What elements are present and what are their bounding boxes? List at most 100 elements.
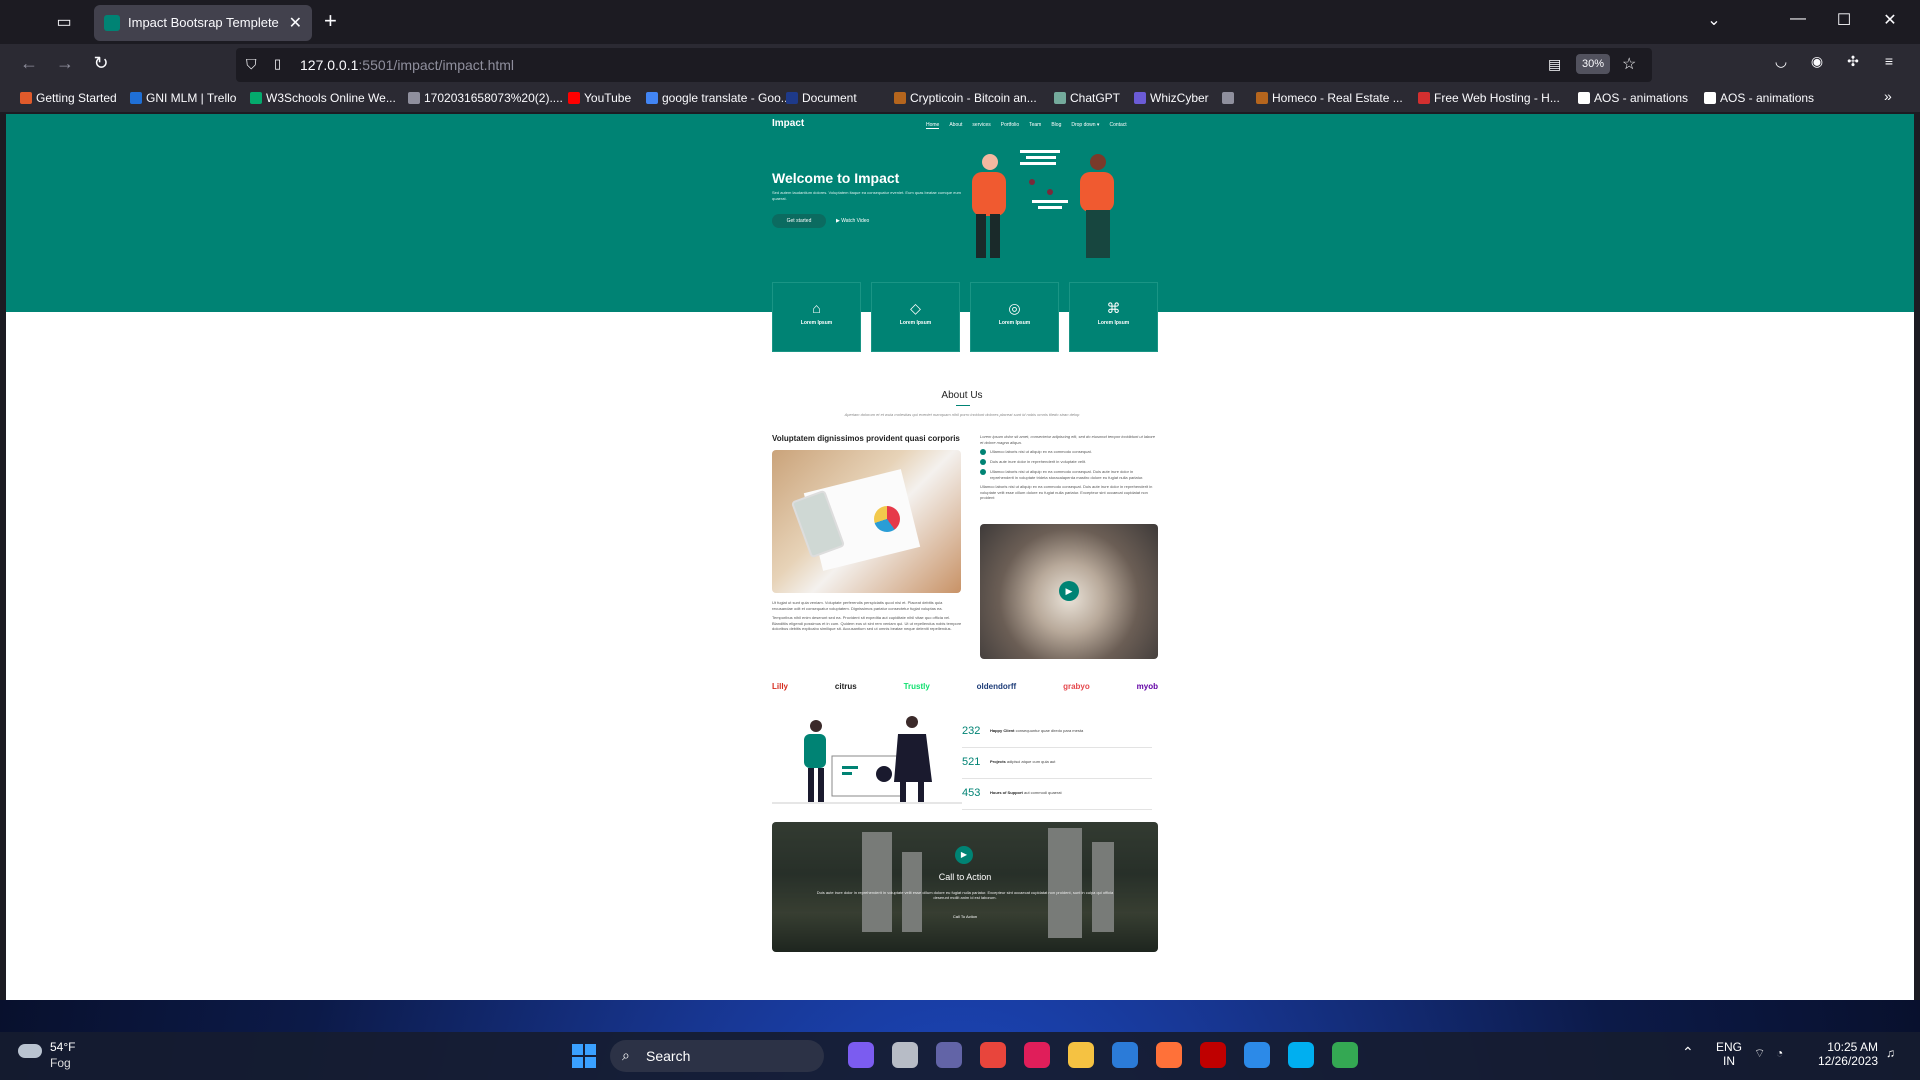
clock[interactable]: 10:25 AM 12/26/2023 [1808,1040,1878,1068]
site-nav-item[interactable]: Portfolio [1001,122,1019,129]
file-explorer-icon[interactable] [892,1042,918,1068]
bookmark-item[interactable]: 1702031658073%20(2).... [408,91,563,105]
get-started-button[interactable]: Get started [772,214,826,228]
cta-play-icon[interactable]: ▶ [955,846,973,864]
url-path: :5501/impact/impact.html [358,57,515,73]
wifi-icon[interactable]: ⌔ [1754,1046,1765,1061]
new-tab-button[interactable]: + [324,9,337,33]
check-text: Ullamco laboris nisi ut aliquip ex ea co… [990,449,1092,454]
bookmark-favicon-icon [1578,92,1590,104]
bookmark-item[interactable]: WhizCyber [1134,91,1209,105]
tab-active[interactable]: Impact Bootsrap Templete ✕ [94,5,312,41]
taskbar-search[interactable]: ⌕ Search [610,1040,824,1072]
tab-close-icon[interactable]: ✕ [289,13,302,33]
client-logo: Lilly [772,682,789,691]
shield-icon[interactable]: ⛉ [246,56,257,73]
back-icon[interactable]: ← [16,53,42,74]
check-circle-icon [980,449,986,455]
stat-item: 521 Projects adipisci atque cum quia aut [962,749,1152,779]
notifications-icon[interactable]: ♫ [1886,1046,1895,1060]
folder-icon[interactable] [1068,1042,1094,1068]
copilot-icon[interactable] [848,1042,874,1068]
reload-icon[interactable]: ↻ [88,53,114,74]
pocket-icon[interactable]: ◡ [1768,53,1794,70]
icon-box[interactable]: ⌂ Lorem Ipsum [772,282,861,352]
watch-video-button[interactable]: ▶ Watch Video [836,218,869,224]
mail-icon[interactable] [1112,1042,1138,1068]
tab-list-icon[interactable]: ▭ [52,11,76,35]
site-nav-item[interactable]: Contact [1109,122,1126,129]
tab-title: Impact Bootsrap Templete [128,15,279,30]
volume-icon[interactable]: ◔ [1776,1046,1783,1060]
site-nav-item[interactable]: Drop down ▾ [1071,122,1099,129]
vscode-icon[interactable] [1244,1042,1270,1068]
start-windows-icon[interactable] [572,1044,596,1068]
forward-icon[interactable]: → [52,53,78,74]
bookmark-item[interactable]: AOS - animations [1578,91,1688,105]
slack-icon[interactable] [1024,1042,1050,1068]
reader-view-icon[interactable]: ▤ [1548,56,1561,73]
bookmark-star-icon[interactable]: ☆ [1622,54,1636,74]
account-icon[interactable]: ◉ [1804,53,1830,70]
bookmark-item[interactable]: ChatGPT [1054,91,1120,105]
about-right-column: Lorem ipsum dolor sit amet, consectetur … [980,434,1158,501]
url-host: 127.0.0.1 [300,57,359,73]
site-logo[interactable]: Impact [772,118,804,129]
easel-icon: ⌂ [812,300,821,316]
firefox-icon[interactable] [1156,1042,1182,1068]
bookmark-item[interactable]: Free Web Hosting - H... [1418,91,1560,105]
bookmark-item[interactable]: AOS - animations [1704,91,1814,105]
page-icon[interactable]: ▯ [274,56,281,72]
icon-box[interactable]: ◎ Lorem Ipsum [970,282,1059,352]
stat-label: Hours of Support aut commodi quaerat [990,790,1062,795]
stat-number: 232 [962,725,981,737]
cta-description: Duis aute irure dolor in reprehenderit i… [816,890,1114,900]
list-all-tabs-icon[interactable]: ⌄ [1702,10,1726,30]
bookmark-item[interactable]: Document [786,91,857,105]
more-bookmarks-icon[interactable]: » [1884,88,1892,104]
teams-icon[interactable] [936,1042,962,1068]
filezilla-icon[interactable] [1200,1042,1226,1068]
browser-window: ▭ Impact Bootsrap Templete ✕ + ⌄ — ☐ ✕ ←… [0,0,1920,1000]
skype-icon[interactable] [1288,1042,1314,1068]
clients-logos: Lilly citrus Trustly oldendorff grabyo myob [772,682,1158,691]
site-nav-item[interactable]: services [972,122,990,129]
icon-box[interactable]: ⌘ Lorem Ipsum [1069,282,1158,352]
bookmark-item[interactable] [1222,91,1238,105]
url-bar[interactable]: ⛉ ▯ 127.0.0.1:5501/impact/impact.html ▤ … [236,48,1652,82]
bookmark-item[interactable]: Homeco - Real Estate ... [1256,91,1403,105]
extensions-icon[interactable]: ✣ [1840,53,1866,70]
bookmark-item[interactable]: YouTube [568,91,631,105]
maximize-icon[interactable]: ☐ [1832,10,1856,30]
play-icon[interactable]: ▶ [1059,581,1079,601]
site-nav-item[interactable]: Team [1029,122,1041,129]
minimize-icon[interactable]: — [1786,10,1810,28]
site-nav-item[interactable]: Home [926,122,940,129]
zoom-level[interactable]: 30% [1576,54,1611,74]
language-indicator[interactable]: ENG IN [1714,1040,1744,1068]
bookmark-item[interactable]: google translate - Goo... [646,91,791,105]
url-text[interactable]: 127.0.0.1:5501/impact/impact.html [300,57,514,73]
client-logo: myob [1136,682,1158,691]
team-video-thumbnail[interactable]: ▶ [980,524,1158,659]
cta-button[interactable]: Call To Action [772,914,1158,919]
stat-label-rest: adipisci atque cum quia aut [1005,759,1056,764]
icon-box[interactable]: ◇ Lorem Ipsum [871,282,960,352]
menu-icon[interactable]: ≡ [1876,53,1902,69]
site-nav-item[interactable]: Blog [1051,122,1061,129]
show-hidden-icons-icon[interactable]: ⌃ [1682,1044,1694,1061]
close-window-icon[interactable]: ✕ [1878,10,1902,30]
bookmark-item[interactable]: GNI MLM | Trello [130,91,236,105]
hero-subtitle: Sed autem laudantium dolores. Voluptatem… [772,190,962,201]
bookmark-item[interactable]: W3Schools Online We... [250,91,396,105]
search-icon: ⌕ [622,1047,630,1063]
check-text: Ullamco laboris nisi ut aliquip ex ea co… [990,469,1144,480]
site-nav-item[interactable]: About [949,122,962,129]
tab-strip: ▭ Impact Bootsrap Templete ✕ + ⌄ — ☐ ✕ [0,0,1920,44]
chrome-icon[interactable] [980,1042,1006,1068]
bookmark-item[interactable]: Crypticoin - Bitcoin an... [894,91,1037,105]
chrome-badge-icon[interactable] [1332,1042,1358,1068]
command-icon: ⌘ [1106,300,1121,316]
bookmark-label: ChatGPT [1070,91,1121,105]
bookmark-item[interactable]: Getting Started [20,91,117,105]
